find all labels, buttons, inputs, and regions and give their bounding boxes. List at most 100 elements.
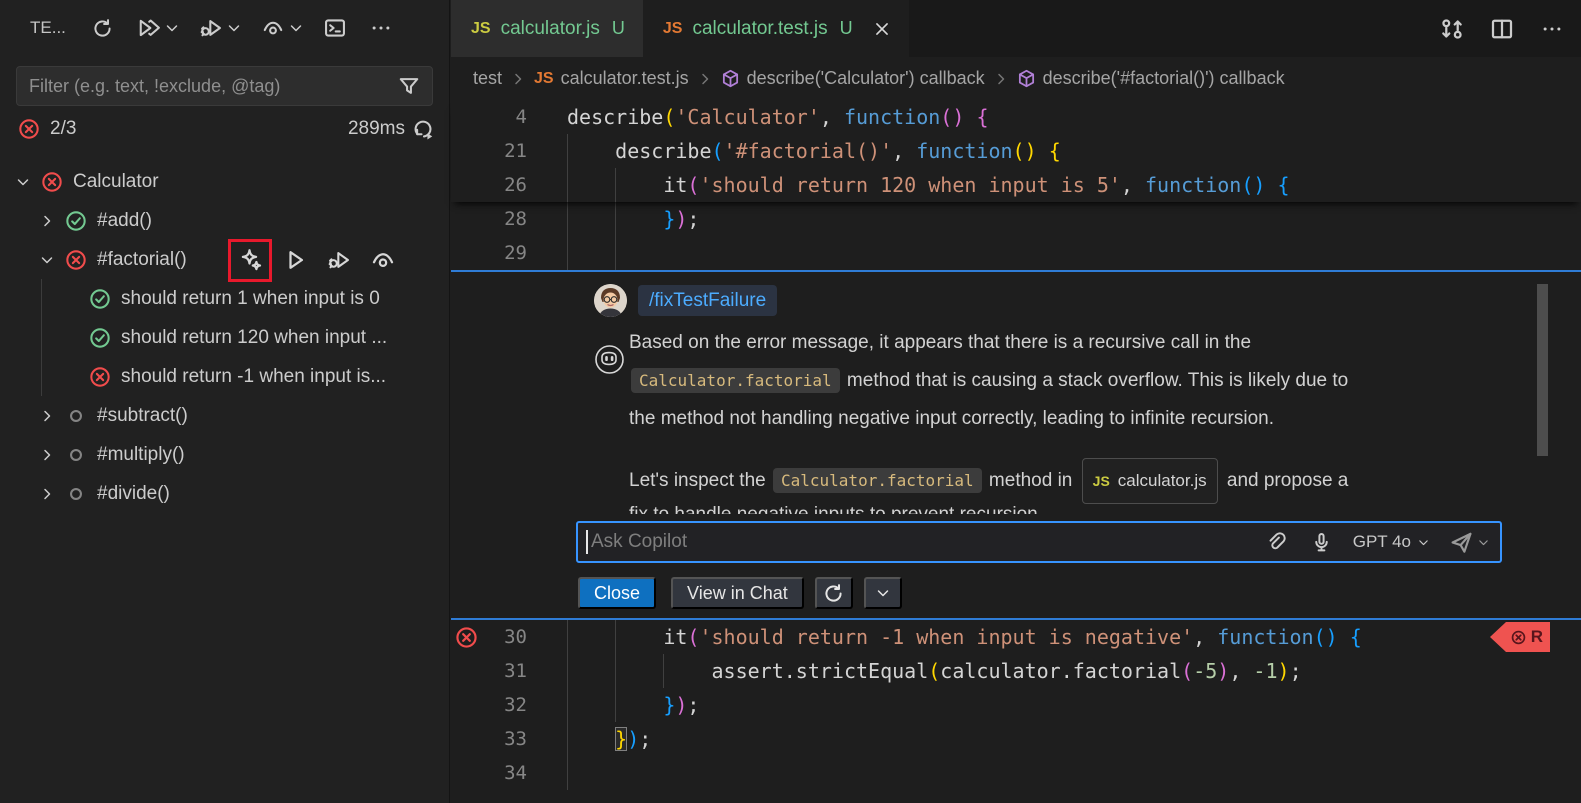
code-lines-upper: 28 });29 <box>451 202 1581 270</box>
copilot-message-continued: Let's inspect the Calculator.factorial m… <box>629 458 1581 514</box>
tree-item--divide-[interactable]: #divide() <box>0 474 449 513</box>
code-line-31[interactable]: 31 assert.strictEqual(calculator.factori… <box>451 654 1581 688</box>
compare-changes-icon[interactable] <box>1437 14 1467 44</box>
code-line-4[interactable]: 4describe('Calculator', function() { <box>451 100 1581 134</box>
line-number: 31 <box>451 654 527 688</box>
tab-calculator-js[interactable]: JS calculator.js U <box>451 0 643 57</box>
breadcrumb-item[interactable]: JScalculator.test.js <box>534 68 689 89</box>
chevron-spacer <box>60 288 82 310</box>
watch-icon[interactable] <box>369 246 397 274</box>
chat-text: method that is causing a stack overflow.… <box>842 370 1349 391</box>
tab-calculator-test-js[interactable]: JS calculator.test.js U <box>643 0 909 57</box>
breadcrumb-item[interactable]: describe('#factorial()') callback <box>1017 68 1285 89</box>
tree-item--multiply-[interactable]: #multiply() <box>0 435 449 474</box>
code-text: }); <box>567 688 699 722</box>
chevron-down-icon <box>875 585 891 601</box>
paperclip-icon[interactable] <box>1261 527 1291 557</box>
chevron-down-icon[interactable] <box>226 13 242 43</box>
tree-item--subtract-[interactable]: #subtract() <box>0 396 449 435</box>
code-line-32[interactable]: 32 }); <box>451 688 1581 722</box>
view-in-chat-button[interactable]: View in Chat <box>671 577 804 609</box>
run-all-tests-icon[interactable] <box>134 13 164 43</box>
breadcrumb-item[interactable]: test <box>473 68 502 89</box>
code-text: }); <box>567 202 699 236</box>
chat-text: fix to handle negative inputs to prevent… <box>629 504 1043 514</box>
mic-icon[interactable] <box>1307 527 1337 557</box>
pending-icon <box>64 443 88 467</box>
code-line-34[interactable]: 34 <box>451 756 1581 790</box>
code-line-33[interactable]: 33 }); <box>451 722 1581 756</box>
code-line-21[interactable]: 21 describe('#factorial()', function() { <box>451 134 1581 168</box>
watch-tests-icon[interactable] <box>258 13 288 43</box>
code-text: assert.strictEqual(calculator.factorial(… <box>567 654 1302 688</box>
ask-copilot-input[interactable] <box>588 531 1261 553</box>
code-line-28[interactable]: 28 }); <box>451 202 1581 236</box>
tree-item-calculator[interactable]: Calculator <box>0 162 449 201</box>
debug-icon[interactable] <box>325 246 353 274</box>
vscode-window: TE... Filter (e.g. text, !exclude, @tag)… <box>0 0 1581 803</box>
chevron-right-icon[interactable] <box>36 444 58 466</box>
slash-command-chip[interactable]: /fixTestFailure <box>638 285 777 316</box>
code-line-29[interactable]: 29 <box>451 236 1581 270</box>
chat-text-line: Calculator.factorial method that is caus… <box>629 362 1581 400</box>
run-icon[interactable] <box>281 246 309 274</box>
chevron-right-icon[interactable] <box>36 483 58 505</box>
chat-text: the method not handling negative input c… <box>629 408 1274 429</box>
split-editor-icon[interactable] <box>1487 14 1517 44</box>
js-file-icon: JS <box>1093 462 1110 500</box>
chevron-down-icon <box>1477 536 1490 549</box>
tree-item--add-[interactable]: #add() <box>0 201 449 240</box>
error-icon <box>1510 629 1527 646</box>
tree-item-label: #add() <box>97 210 152 232</box>
debug-all-tests-icon[interactable] <box>196 13 226 43</box>
tree-item-should-return-120-when-input-[interactable]: should return 120 when input ... <box>0 318 449 357</box>
breadcrumb-separator <box>697 71 713 87</box>
close-button[interactable]: Close <box>578 577 656 609</box>
copilot-icon <box>594 344 625 375</box>
more-actions-icon[interactable] <box>1537 14 1567 44</box>
test-failure-tag[interactable]: R <box>1490 622 1550 652</box>
regenerate-button[interactable] <box>815 577 853 609</box>
chevron-down-icon[interactable] <box>36 249 58 271</box>
line-number: 26 <box>451 168 527 202</box>
chat-scrollbar[interactable] <box>1537 284 1548 456</box>
model-picker[interactable]: GPT 4o <box>1353 532 1430 552</box>
git-untracked-badge: U <box>840 18 853 39</box>
chat-text-line: Let's inspect the Calculator.factorial m… <box>629 458 1581 496</box>
chevron-down-icon[interactable] <box>12 171 34 193</box>
test-filter-input[interactable]: Filter (e.g. text, !exclude, @tag) <box>16 66 433 106</box>
line-number: 33 <box>451 722 527 756</box>
file-reference-chip[interactable]: JScalculator.js <box>1082 458 1218 504</box>
code-line-30[interactable]: 30 it('should return -1 when input is ne… <box>451 620 1581 654</box>
tree-item-label: should return 1 when input is 0 <box>121 288 380 310</box>
sparkle-icon[interactable] <box>237 246 265 274</box>
tree-item-should-return-1-when-input-is-[interactable]: should return -1 when input is... <box>0 357 449 396</box>
inline-code-chip: Calculator.factorial <box>773 468 982 493</box>
chevron-right-icon[interactable] <box>36 210 58 232</box>
chevron-down-icon[interactable] <box>164 13 180 43</box>
terminal-icon[interactable] <box>320 13 350 43</box>
chevron-down-icon <box>1417 536 1430 549</box>
filter-icon[interactable] <box>398 75 420 97</box>
tree-item-label: #divide() <box>97 483 170 505</box>
refresh-tests-icon[interactable] <box>88 13 118 43</box>
tree-indent-guide <box>41 357 42 396</box>
more-options-button[interactable] <box>864 577 902 609</box>
pass-icon <box>64 209 88 233</box>
pass-icon <box>88 326 112 350</box>
chevron-right-icon[interactable] <box>36 405 58 427</box>
rerun-icon[interactable] <box>413 118 435 140</box>
close-icon[interactable] <box>873 20 891 38</box>
panel-title: TE... <box>30 18 66 38</box>
code-line-26[interactable]: 26 it('should return 120 when input is 5… <box>451 168 1581 202</box>
tree-item-should-return-1-when-input-is-0[interactable]: should return 1 when input is 0 <box>0 279 449 318</box>
send-button[interactable] <box>1450 531 1490 554</box>
chevron-down-icon[interactable] <box>288 13 304 43</box>
line-number: 30 <box>451 620 527 654</box>
tree-item--factorial-[interactable]: #factorial() <box>0 240 449 279</box>
breadcrumb-item[interactable]: describe('Calculator') callback <box>721 68 985 89</box>
more-actions-icon[interactable] <box>366 13 396 43</box>
indent-guide <box>615 236 616 270</box>
tab-label: calculator.js <box>501 18 600 40</box>
breadcrumb-label: describe('#factorial()') callback <box>1043 68 1285 89</box>
